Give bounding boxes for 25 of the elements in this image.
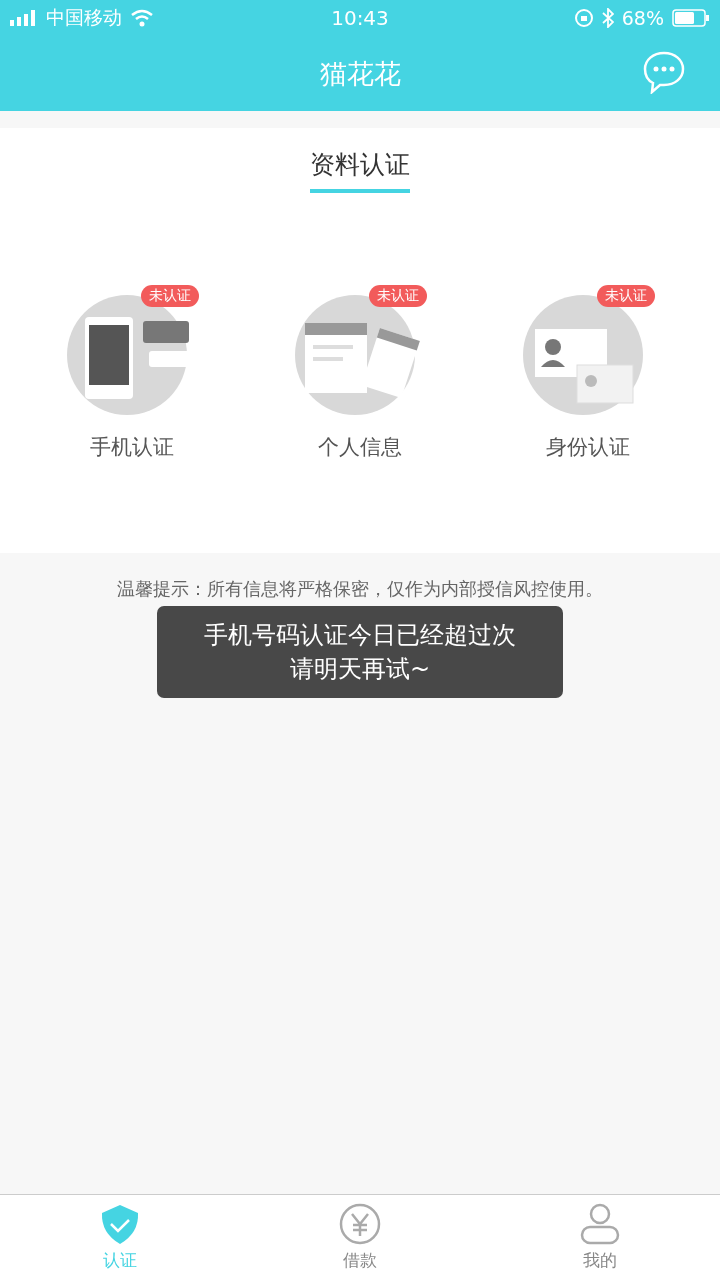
toast-text: 手机号码认证今日已经超过次 <box>204 620 516 651</box>
toast-text: 请明天再试~ <box>289 654 431 685</box>
section-title: 资料认证 <box>310 148 410 193</box>
clock-time: 10:43 <box>331 6 389 30</box>
wifi-icon <box>130 9 154 27</box>
tab-bar-item[interactable]: 我的 <box>480 1195 720 1280</box>
battery-icon <box>672 9 710 27</box>
chat-button[interactable] <box>642 50 686 94</box>
verification-label[interactable]: 个人信息 <box>318 433 402 461</box>
unverified-badge: 未认证 <box>597 285 655 307</box>
privacy-tip: 温馨提示：所有信息将严格保密，仅作为内部授信风控使用。 <box>116 577 604 601</box>
app-title: 猫花花 <box>319 56 401 91</box>
verification-label[interactable]: 身份认证 <box>546 433 630 461</box>
verification-label[interactable]: 手机认证 <box>90 433 174 461</box>
unverified-badge: 未认证 <box>369 285 427 307</box>
rotation-lock-icon <box>573 8 594 28</box>
tab-bar-item[interactable]: 借款 <box>240 1195 480 1280</box>
battery-percent: 68% <box>621 7 664 29</box>
yen-coin-icon <box>339 1203 381 1245</box>
signal-icon <box>10 10 38 26</box>
person-icon <box>579 1203 621 1245</box>
bluetooth-icon <box>601 8 614 28</box>
unverified-badge: 未认证 <box>141 285 199 307</box>
shield-check-icon <box>99 1203 141 1245</box>
carrier-name: 中国移动 <box>46 5 122 30</box>
